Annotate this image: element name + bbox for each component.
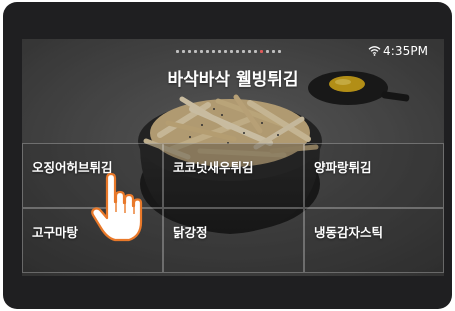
clock-time: 4:35PM: [383, 44, 429, 58]
menu-item-label: 닭강정: [173, 225, 208, 240]
menu-item-dakgangjeong[interactable]: 닭강정: [163, 208, 304, 273]
page-dot: [212, 50, 215, 53]
page-dot: [254, 50, 257, 53]
kiosk-device-frame: 4:35PM 바삭바삭 웰빙튀김 오징어허브튀김 코코넛새우튀김 양파랑튀김 고…: [3, 2, 452, 309]
menu-item-label: 냉동감자스틱: [314, 225, 384, 240]
page-dot: [236, 50, 239, 53]
kiosk-screen: 4:35PM 바삭바삭 웰빙튀김 오징어허브튀김 코코넛새우튀김 양파랑튀김 고…: [22, 39, 444, 276]
menu-item-label: 양파랑튀김: [314, 160, 372, 175]
page-dot: [176, 50, 179, 53]
menu-grid: 오징어허브튀김 코코넛새우튀김 양파랑튀김 고구마탕 닭강정 냉동감자스틱: [22, 143, 444, 273]
page-dot: [194, 50, 197, 53]
hand-pointer-icon: [91, 172, 143, 242]
page-dot: [230, 50, 233, 53]
menu-item-coconut-shrimp-fry[interactable]: 코코넛새우튀김: [163, 143, 304, 208]
menu-item-label: 고구마탕: [32, 225, 79, 240]
page-indicator: [176, 50, 281, 53]
page-dot: [182, 50, 185, 53]
page-dot: [188, 50, 191, 53]
page-title: 바삭바삭 웰빙튀김: [167, 70, 299, 90]
menu-item-label: 코코넛새우튀김: [173, 160, 254, 175]
page-dot: [206, 50, 209, 53]
page-dot: [218, 50, 221, 53]
menu-item-frozen-potato-stick[interactable]: 냉동감자스틱: [304, 208, 444, 273]
page-dot: [266, 50, 269, 53]
menu-item-onion-fry[interactable]: 양파랑튀김: [304, 143, 444, 208]
page-dot: [224, 50, 227, 53]
page-dot: [200, 50, 203, 53]
wifi-icon: [368, 46, 381, 56]
page-dot: [272, 50, 275, 53]
page-dot-active: [260, 50, 263, 53]
page-dot: [278, 50, 281, 53]
status-bar: 4:35PM: [22, 43, 444, 61]
page-dot: [248, 50, 251, 53]
page-dot: [242, 50, 245, 53]
